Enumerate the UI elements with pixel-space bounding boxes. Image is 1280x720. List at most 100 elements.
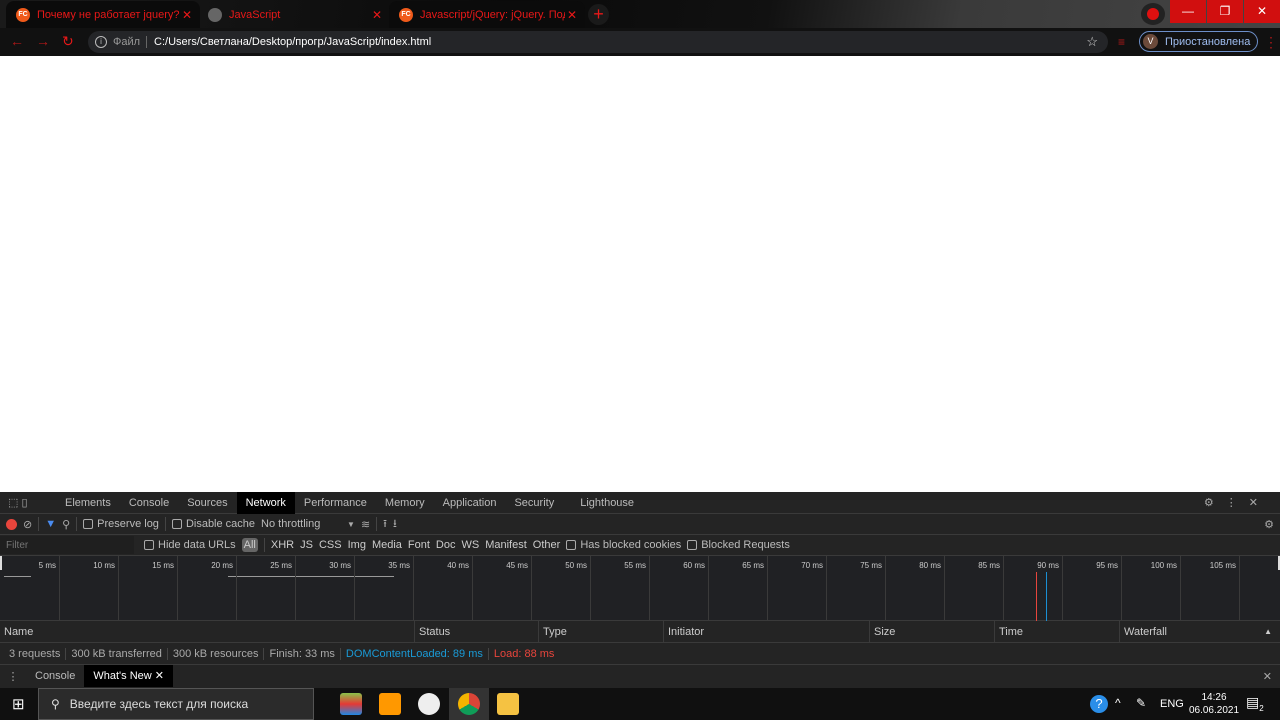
- record-extension-button[interactable]: [1141, 3, 1165, 25]
- playlist-icon[interactable]: ≡: [1118, 35, 1125, 49]
- menu-icon[interactable]: ⋮: [1264, 34, 1278, 51]
- timeline-tick-label: 25 ms: [270, 561, 292, 570]
- windows-start-icon[interactable]: ⊞: [12, 695, 25, 713]
- pen-icon[interactable]: ✎: [1136, 696, 1146, 710]
- type-media[interactable]: Media: [372, 539, 402, 551]
- network-settings-icon[interactable]: ⚙: [1264, 518, 1280, 531]
- column-type[interactable]: Type: [539, 621, 664, 643]
- timeline-tick-label: 45 ms: [506, 561, 528, 570]
- notifications-icon[interactable]: ▤2: [1246, 694, 1264, 713]
- has-blocked-cookies-checkbox[interactable]: Has blocked cookies: [566, 539, 681, 551]
- column-name[interactable]: Name: [0, 621, 415, 643]
- timeline-tick-label: 20 ms: [211, 561, 233, 570]
- type-js[interactable]: JS: [300, 539, 313, 551]
- media-player-icon[interactable]: [418, 693, 440, 715]
- back-icon[interactable]: ←: [10, 33, 24, 49]
- drawer-tab-console[interactable]: Console: [26, 665, 84, 687]
- new-tab-button[interactable]: +: [588, 4, 609, 25]
- inspect-device-icons[interactable]: ⬚ ▯: [0, 496, 56, 509]
- reload-icon[interactable]: ↻: [62, 33, 74, 50]
- tab-memory[interactable]: Memory: [376, 492, 434, 514]
- bookmark-star-icon[interactable]: ☆: [1086, 34, 1098, 50]
- timeline-gridline: [767, 556, 768, 621]
- record-icon[interactable]: [6, 518, 17, 530]
- network-overview-timeline[interactable]: 5 ms 10 ms 15 ms 20 ms 25 ms 30 ms 35 ms 40 ms 4…: [0, 556, 1280, 621]
- filter-icon[interactable]: ▼: [45, 518, 56, 530]
- type-css[interactable]: CSS: [319, 539, 342, 551]
- search-icon[interactable]: ⚲: [62, 518, 70, 531]
- tab-application[interactable]: Application: [434, 492, 506, 514]
- chrome-icon[interactable]: [458, 693, 480, 715]
- column-size[interactable]: Size: [870, 621, 995, 643]
- close-tab-icon[interactable]: ✕: [567, 8, 577, 22]
- clear-icon[interactable]: ⊘: [23, 518, 32, 531]
- tab-elements[interactable]: Elements: [56, 492, 120, 514]
- tab-performance[interactable]: Performance: [295, 492, 376, 514]
- export-har-icon[interactable]: ⭳: [393, 515, 397, 534]
- type-font[interactable]: Font: [408, 539, 430, 551]
- type-all[interactable]: All: [241, 538, 258, 552]
- tab-1[interactable]: FC Почему не работает jquery? ✕: [6, 1, 200, 28]
- type-doc[interactable]: Doc: [436, 539, 456, 551]
- taskbar-search[interactable]: ⚲ Введите здесь текст для поиска: [38, 688, 314, 720]
- filter-input[interactable]: [0, 536, 134, 554]
- timeline-tick-label: 15 ms: [152, 561, 174, 570]
- hide-data-urls-checkbox[interactable]: Hide data URLs: [144, 539, 236, 551]
- column-initiator[interactable]: Initiator: [664, 621, 870, 643]
- type-ws[interactable]: WS: [461, 539, 479, 551]
- type-manifest[interactable]: Manifest: [485, 539, 527, 551]
- close-drawer-icon[interactable]: ✕: [1263, 670, 1280, 683]
- timeline-tick-label: 5 ms: [38, 561, 56, 570]
- language-indicator[interactable]: ENG: [1160, 698, 1184, 710]
- url-text[interactable]: C:/Users/Светлана/Desktop/прогр/JavaScri…: [154, 36, 431, 48]
- preserve-log-checkbox[interactable]: Preserve log: [83, 518, 159, 530]
- tab-3[interactable]: FC Javascript/jQuery: jQuery. Подкл ✕: [389, 1, 585, 28]
- type-xhr[interactable]: XHR: [271, 539, 294, 551]
- profile-button[interactable]: V Приостановлена: [1139, 31, 1259, 52]
- close-tab-icon[interactable]: ✕: [372, 8, 382, 22]
- restore-button[interactable]: ❐: [1207, 0, 1243, 23]
- sort-up-icon: ▲: [1264, 627, 1272, 636]
- file-explorer-icon[interactable]: [497, 693, 519, 715]
- timeline-gridline: [1003, 556, 1004, 621]
- taskbar: ⊞ ⚲ Введите здесь текст для поиска ? ^ ✎…: [0, 688, 1280, 720]
- tab-sources[interactable]: Sources: [178, 492, 236, 514]
- clock[interactable]: 14:26 06.06.2021: [1188, 691, 1240, 717]
- info-icon[interactable]: i: [95, 36, 107, 48]
- drawer-menu-icon[interactable]: ⋮: [0, 670, 26, 683]
- network-conditions-icon[interactable]: ≋: [361, 518, 370, 531]
- tab-title: Почему не работает jquery?: [37, 8, 180, 21]
- tab-security[interactable]: Security: [505, 492, 563, 514]
- close-tab-icon[interactable]: ✕: [182, 8, 192, 22]
- tab-network[interactable]: Network: [236, 491, 295, 514]
- overview-handle-left[interactable]: [0, 556, 2, 570]
- tab-lighthouse[interactable]: Lighthouse: [571, 492, 643, 514]
- bluestacks-icon[interactable]: [340, 693, 362, 715]
- type-img[interactable]: Img: [348, 539, 366, 551]
- minimize-button[interactable]: —: [1170, 0, 1206, 23]
- throttling-select[interactable]: No throttling: [261, 518, 341, 530]
- disable-cache-checkbox[interactable]: Disable cache: [171, 518, 255, 530]
- close-window-button[interactable]: ✕: [1244, 0, 1280, 23]
- help-icon[interactable]: ?: [1090, 695, 1108, 713]
- timeline-gridline: [1239, 556, 1240, 621]
- forward-icon[interactable]: →: [36, 33, 50, 49]
- chevron-up-icon[interactable]: ^: [1115, 696, 1121, 710]
- resources-size: 300 kB resources: [168, 647, 265, 660]
- tab-2[interactable]: JavaScript ✕: [198, 1, 390, 28]
- column-waterfall[interactable]: Waterfall ▲: [1120, 621, 1280, 643]
- import-har-icon[interactable]: ⭱: [383, 515, 387, 534]
- drawer-tab-whats-new[interactable]: What's New ✕: [84, 665, 173, 687]
- type-other[interactable]: Other: [533, 539, 561, 551]
- address-bar[interactable]: i Файл C:/Users/Светлана/Desktop/прогр/J…: [88, 31, 1108, 53]
- scheme-label: Файл: [113, 36, 148, 48]
- blocked-requests-checkbox[interactable]: Blocked Requests: [687, 539, 790, 551]
- column-time[interactable]: Time: [995, 621, 1120, 643]
- timeline-gridline: [1121, 556, 1122, 621]
- column-status[interactable]: Status: [415, 621, 539, 643]
- sublime-text-icon[interactable]: [379, 693, 401, 715]
- settings-more-close-icons[interactable]: ⚙⋮✕: [1204, 496, 1280, 509]
- profile-status: Приостановлена: [1165, 35, 1251, 48]
- tab-console[interactable]: Console: [120, 492, 178, 514]
- timeline-gridline: [118, 556, 119, 621]
